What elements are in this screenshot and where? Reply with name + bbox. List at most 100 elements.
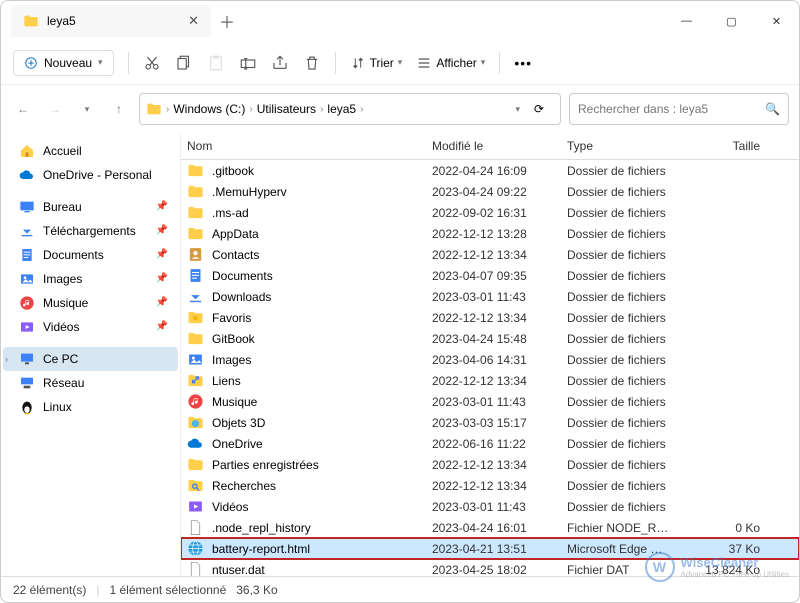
pin-icon: 📌	[156, 294, 168, 312]
refresh-button[interactable]: ⟳	[524, 102, 554, 116]
chevron-right-icon: ›	[320, 104, 323, 115]
sidebar-network[interactable]: Réseau	[3, 371, 178, 395]
file-modified: 2022-12-12 13:34	[426, 457, 561, 473]
breadcrumb[interactable]: › Windows (C:) › Utilisateurs › leya5 › …	[139, 93, 561, 125]
file-size	[676, 212, 766, 214]
chevron-down-icon[interactable]: ▾	[515, 104, 520, 115]
sidebar-item[interactable]: Musique📌	[3, 291, 178, 315]
sidebar-item-label: Réseau	[43, 374, 84, 392]
file-icon	[187, 414, 204, 431]
recent-dropdown[interactable]: ▾	[75, 104, 99, 115]
file-size: 0 Ko	[676, 520, 766, 536]
sidebar-item-label: OneDrive - Personal	[43, 166, 152, 184]
sidebar-onedrive[interactable]: OneDrive - Personal	[3, 163, 178, 187]
file-row[interactable]: .gitbook2022-04-24 16:09Dossier de fichi…	[181, 160, 799, 181]
sidebar-icon	[19, 271, 35, 287]
search-placeholder: Rechercher dans : leya5	[578, 102, 708, 116]
minimize-button[interactable]: —	[664, 1, 709, 41]
more-button[interactable]: •••	[514, 55, 532, 71]
search-input[interactable]: Rechercher dans : leya5 🔍	[569, 93, 789, 125]
close-tab-icon[interactable]: ✕	[188, 13, 199, 29]
file-name: Parties enregistrées	[212, 458, 319, 472]
sidebar-icon	[19, 319, 35, 335]
rename-icon[interactable]	[239, 54, 257, 72]
file-row[interactable]: Contacts2022-12-12 13:34Dossier de fichi…	[181, 244, 799, 265]
col-name[interactable]: Nom	[181, 139, 426, 153]
new-label: Nouveau	[44, 56, 92, 70]
up-button[interactable]: ↑	[107, 102, 131, 116]
file-row[interactable]: Liens2022-12-12 13:34Dossier de fichiers	[181, 370, 799, 391]
file-type: Dossier de fichiers	[561, 457, 676, 473]
file-row[interactable]: OneDrive2022-06-16 11:22Dossier de fichi…	[181, 433, 799, 454]
sidebar-icon	[19, 295, 35, 311]
copy-icon[interactable]	[175, 54, 193, 72]
file-row[interactable]: AppData2022-12-12 13:28Dossier de fichie…	[181, 223, 799, 244]
file-name: Documents	[212, 269, 273, 283]
file-name: Images	[212, 353, 251, 367]
bc-segment[interactable]: leya5	[327, 102, 356, 116]
file-size	[676, 506, 766, 508]
sidebar-home[interactable]: Accueil	[3, 139, 178, 163]
sidebar-item[interactable]: Images📌	[3, 267, 178, 291]
file-size	[676, 422, 766, 424]
share-icon[interactable]	[271, 54, 289, 72]
file-list[interactable]: .gitbook2022-04-24 16:09Dossier de fichi…	[181, 160, 799, 576]
file-row[interactable]: .node_repl_history2023-04-24 16:01Fichie…	[181, 517, 799, 538]
paste-icon[interactable]	[207, 54, 225, 72]
file-row[interactable]: GitBook2023-04-24 15:48Dossier de fichie…	[181, 328, 799, 349]
file-type: Dossier de fichiers	[561, 205, 676, 221]
statusbar: 22 élément(s) | 1 élément sélectionné 36…	[1, 576, 799, 602]
file-icon	[187, 204, 204, 221]
sidebar-icon	[19, 199, 35, 215]
file-row[interactable]: Vidéos2023-03-01 11:43Dossier de fichier…	[181, 496, 799, 517]
new-tab-button[interactable]: ＋	[219, 9, 235, 33]
forward-button[interactable]: →	[43, 102, 67, 116]
view-button[interactable]: Afficher ▾	[416, 55, 485, 71]
file-size	[676, 359, 766, 361]
sort-button[interactable]: Trier ▾	[350, 55, 403, 71]
sidebar-item[interactable]: Documents📌	[3, 243, 178, 267]
sidebar-item-label: Téléchargements	[43, 222, 136, 240]
file-row[interactable]: Favoris2022-12-12 13:34Dossier de fichie…	[181, 307, 799, 328]
sidebar-linux[interactable]: Linux	[3, 395, 178, 419]
file-row[interactable]: Objets 3D2023-03-03 15:17Dossier de fich…	[181, 412, 799, 433]
chevron-right-icon: ›	[5, 350, 8, 368]
file-modified: 2022-06-16 11:22	[426, 436, 561, 452]
file-row[interactable]: battery-report.html2023-04-21 13:51Micro…	[181, 538, 799, 559]
file-type: Dossier de fichiers	[561, 352, 676, 368]
col-modified[interactable]: Modifié le	[426, 139, 561, 153]
file-size	[676, 443, 766, 445]
file-name: ntuser.dat	[212, 563, 265, 577]
delete-icon[interactable]	[303, 54, 321, 72]
sidebar-item[interactable]: Vidéos📌	[3, 315, 178, 339]
file-row[interactable]: Parties enregistrées 2022-12-12 13:34Doss…	[181, 454, 799, 475]
file-icon	[187, 288, 204, 305]
file-row[interactable]: ntuser.dat2023-04-25 18:02Fichier DAT13 …	[181, 559, 799, 576]
col-size[interactable]: Taille	[676, 139, 766, 153]
file-row[interactable]: Musique2023-03-01 11:43Dossier de fichie…	[181, 391, 799, 412]
sidebar-thispc[interactable]: ›Ce PC	[3, 347, 178, 371]
file-row[interactable]: Downloads2023-03-01 11:43Dossier de fich…	[181, 286, 799, 307]
file-row[interactable]: .MemuHyperv2023-04-24 09:22Dossier de fi…	[181, 181, 799, 202]
file-row[interactable]: Recherches2022-12-12 13:34Dossier de fic…	[181, 475, 799, 496]
file-name: .gitbook	[212, 164, 254, 178]
file-size: 37 Ko	[676, 541, 766, 557]
file-row[interactable]: Documents2023-04-07 09:35Dossier de fich…	[181, 265, 799, 286]
cut-icon[interactable]	[143, 54, 161, 72]
back-button[interactable]: ←	[11, 102, 35, 116]
file-row[interactable]: .ms-ad2022-09-02 16:31Dossier de fichier…	[181, 202, 799, 223]
file-name: AppData	[212, 227, 259, 241]
chevron-down-icon: ▾	[98, 57, 103, 68]
new-button[interactable]: Nouveau ▾	[13, 50, 114, 76]
home-icon	[19, 143, 35, 159]
bc-segment[interactable]: Utilisateurs	[257, 102, 316, 116]
maximize-button[interactable]: ▢	[709, 1, 754, 41]
tab-current[interactable]: leya5 ✕	[11, 5, 211, 37]
sort-icon	[350, 55, 366, 71]
col-type[interactable]: Type	[561, 139, 676, 153]
file-row[interactable]: Images2023-04-06 14:31Dossier de fichier…	[181, 349, 799, 370]
sidebar-item[interactable]: Bureau📌	[3, 195, 178, 219]
bc-segment[interactable]: Windows (C:)	[173, 102, 245, 116]
sidebar-item[interactable]: Téléchargements📌	[3, 219, 178, 243]
close-button[interactable]: ✕	[754, 1, 799, 41]
